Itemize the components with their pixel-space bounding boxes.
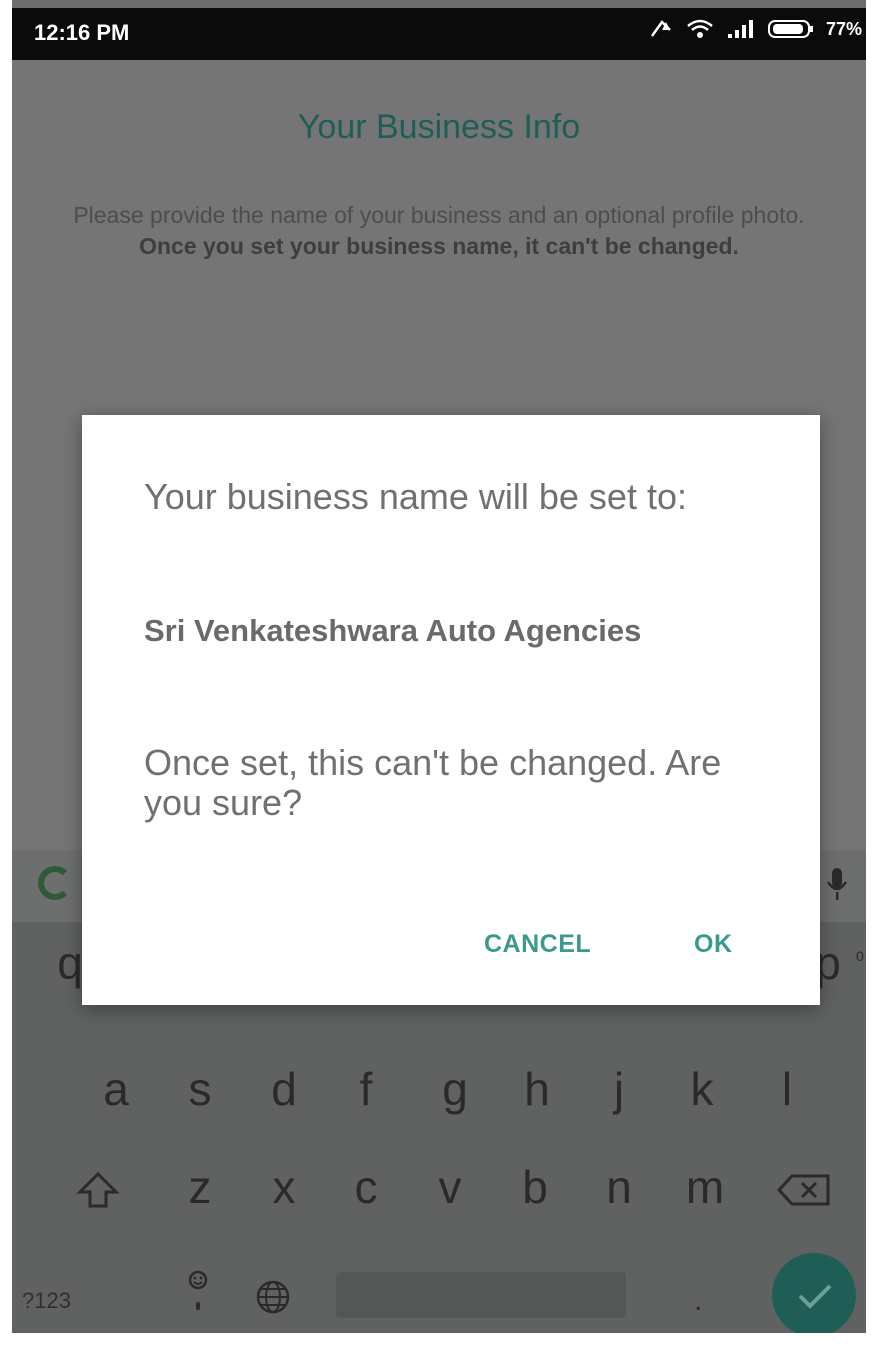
wifi-icon [686, 18, 714, 40]
status-icons: 77% [648, 18, 862, 40]
key-s[interactable]: s [170, 1062, 230, 1116]
globe-icon[interactable] [254, 1278, 292, 1321]
key-x[interactable]: x [254, 1160, 314, 1214]
backspace-icon[interactable] [776, 1172, 832, 1213]
emoji-icon[interactable] [186, 1268, 210, 1325]
key-z[interactable]: z [170, 1160, 230, 1214]
description-text: Please provide the name of your business… [73, 202, 805, 228]
battery-icon [767, 18, 814, 40]
space-bar[interactable] [336, 1272, 626, 1318]
page-description: Please provide the name of your business… [72, 200, 806, 262]
check-icon [798, 1284, 832, 1309]
sync-icon [648, 18, 674, 40]
signal-icon [726, 18, 756, 40]
key-a[interactable]: a [86, 1062, 146, 1116]
status-time: 12:16 PM [34, 20, 130, 45]
key-period[interactable]: . [694, 1284, 702, 1318]
key-k[interactable]: k [672, 1062, 732, 1116]
border-left [0, 0, 12, 1355]
dialog-business-name: Sri Venkateshwara Auto Agencies [144, 613, 642, 648]
border-bottom [0, 1333, 874, 1355]
key-p-hint: 0 [856, 948, 864, 964]
dialog-message: Your business name will be set to: [144, 476, 687, 517]
battery-percent: 77% [825, 18, 862, 39]
enter-button[interactable] [772, 1253, 856, 1337]
key-v[interactable]: v [420, 1160, 480, 1214]
key-symbols[interactable]: ?123 [22, 1288, 71, 1314]
key-d[interactable]: d [254, 1062, 314, 1116]
key-b[interactable]: b [505, 1160, 565, 1214]
page-title: Your Business Info [297, 108, 581, 146]
key-m[interactable]: m [675, 1160, 735, 1214]
ok-button[interactable]: OK [694, 930, 733, 959]
key-f[interactable]: f [336, 1062, 396, 1116]
status-bar: 12:16 PM 77% [12, 8, 866, 60]
key-c[interactable]: c [336, 1160, 396, 1214]
dialog-confirm-text: Once set, this can't be changed. Are you… [144, 742, 722, 823]
cancel-button[interactable]: CANCEL [484, 930, 591, 959]
description-warning: Once you set your business name, it can'… [139, 233, 739, 259]
google-icon[interactable] [38, 866, 72, 900]
border-right [866, 0, 874, 1355]
key-j[interactable]: j [589, 1062, 649, 1116]
key-l[interactable]: l [757, 1062, 817, 1116]
key-g[interactable]: g [425, 1062, 485, 1116]
shift-icon[interactable] [76, 1170, 120, 1215]
key-n[interactable]: n [589, 1160, 649, 1214]
mic-icon[interactable] [826, 866, 848, 909]
key-h[interactable]: h [507, 1062, 567, 1116]
screen: 12:16 PM 77% Your Business Info Please p… [0, 0, 874, 1355]
confirm-dialog: Your business name will be set to: Sri V… [82, 415, 820, 1005]
